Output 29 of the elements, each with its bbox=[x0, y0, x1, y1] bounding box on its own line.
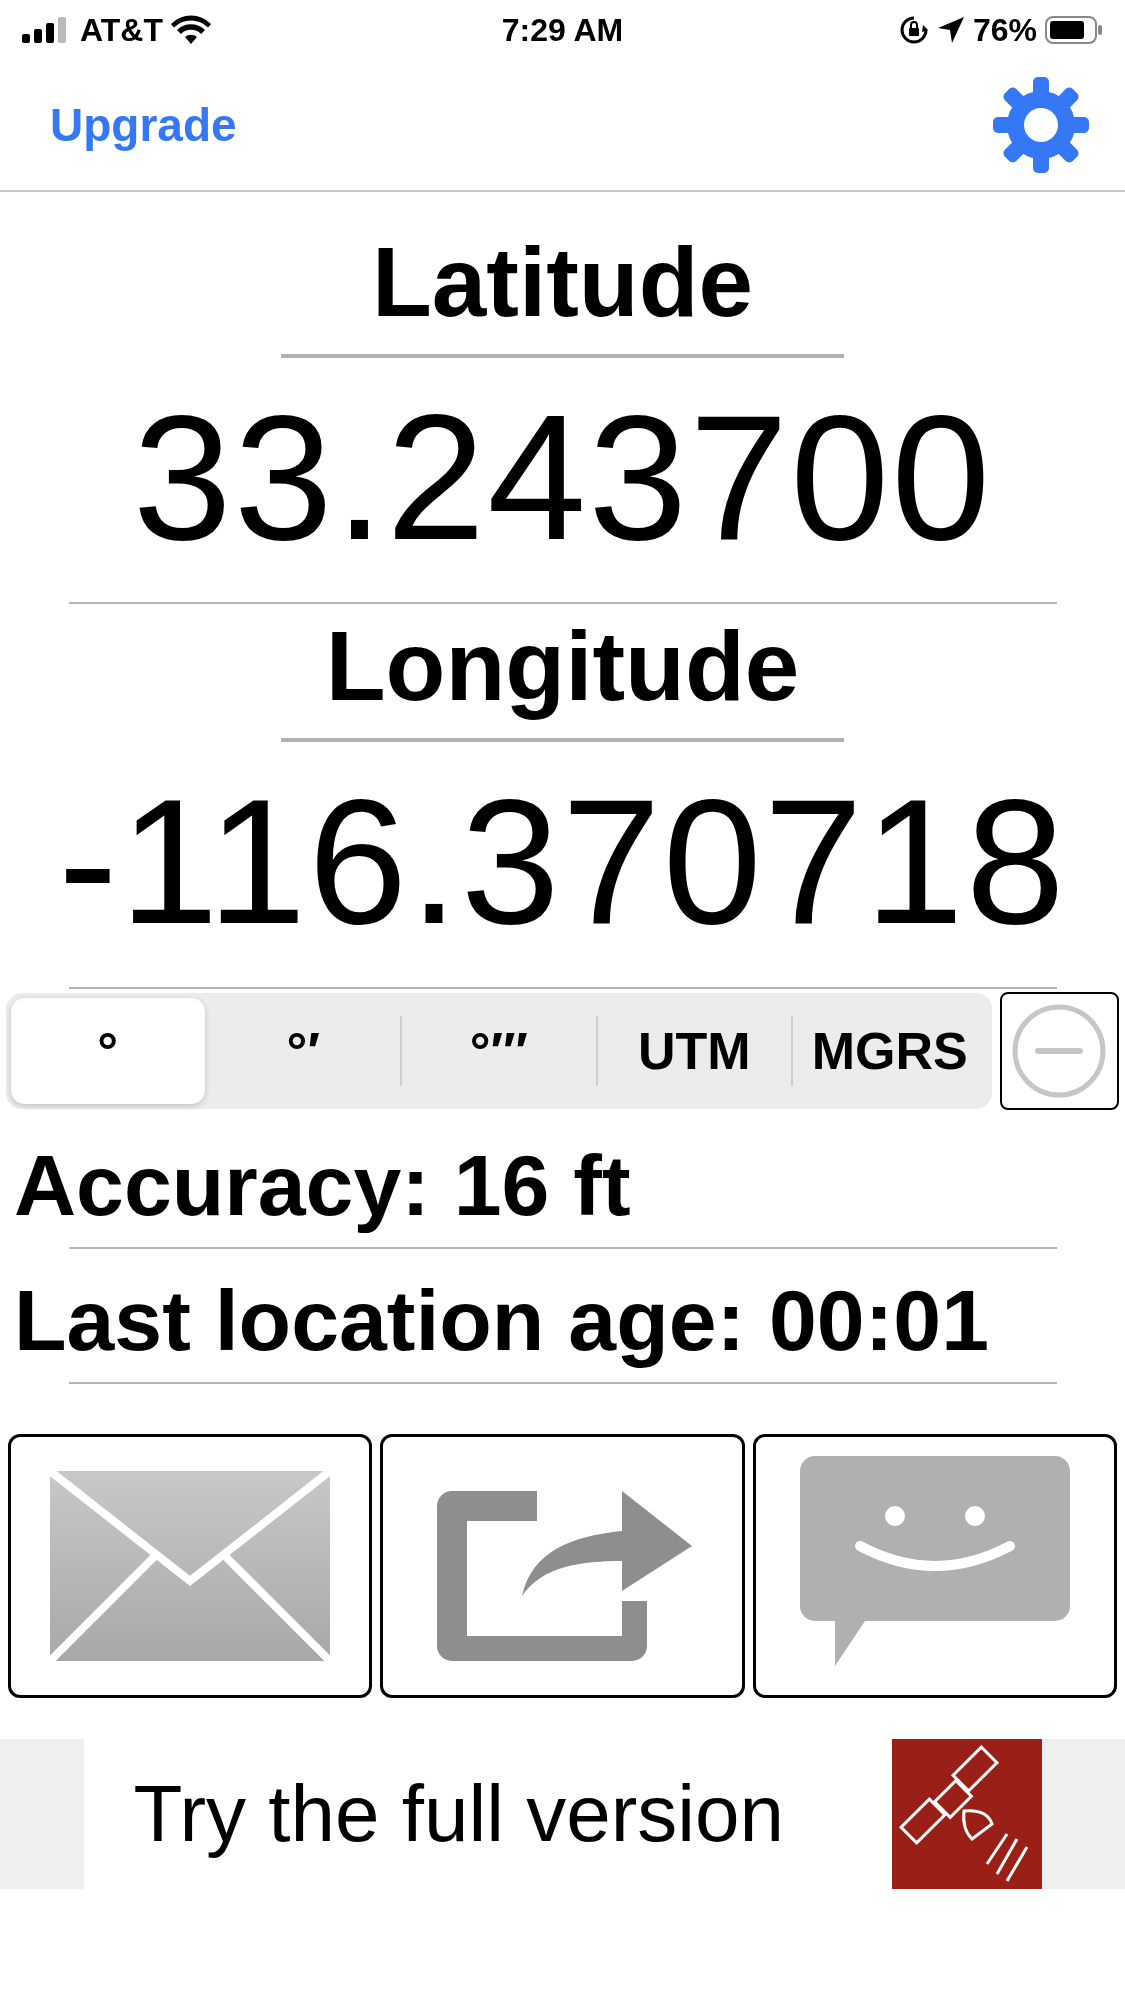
format-tab[interactable]: ° bbox=[11, 997, 205, 1104]
upgrade-button[interactable]: Upgrade bbox=[50, 90, 237, 160]
minus-circle-icon bbox=[1011, 1002, 1108, 1099]
satellite-icon bbox=[891, 1738, 1042, 1889]
latitude-value: 33.243700 bbox=[132, 376, 993, 579]
location-arrow-icon bbox=[936, 16, 965, 44]
status-time: 7:29 AM bbox=[501, 12, 624, 48]
settings-button[interactable] bbox=[991, 75, 1091, 175]
message-button[interactable] bbox=[752, 1433, 1117, 1698]
battery-icon bbox=[1045, 15, 1103, 45]
format-tab[interactable]: UTM bbox=[597, 997, 791, 1104]
carrier-name: AT&T bbox=[80, 11, 163, 50]
format-tab[interactable]: °′″ bbox=[402, 997, 596, 1104]
share-button[interactable] bbox=[380, 1433, 745, 1698]
banner-text: Try the full version bbox=[132, 1767, 785, 1860]
rotation-lock-icon bbox=[898, 15, 929, 45]
remove-button[interactable] bbox=[999, 991, 1119, 1110]
email-button[interactable] bbox=[8, 1433, 373, 1698]
accuracy-text: Accuracy: 16 ft bbox=[13, 1135, 631, 1235]
location-age-text: Last location age: 00:01 bbox=[13, 1270, 989, 1370]
latitude-label: Latitude bbox=[371, 226, 754, 339]
longitude-label: Longitude bbox=[325, 610, 800, 724]
longitude-value: -116.370718 bbox=[58, 760, 1067, 963]
ad-banner[interactable]: Try the full version bbox=[83, 1738, 1042, 1889]
format-tab[interactable]: °′ bbox=[206, 997, 400, 1104]
settings-icon bbox=[991, 75, 1091, 175]
format-tab[interactable]: MGRS bbox=[793, 997, 987, 1104]
battery-percent: 76% bbox=[972, 11, 1037, 50]
wifi-icon bbox=[170, 15, 211, 45]
